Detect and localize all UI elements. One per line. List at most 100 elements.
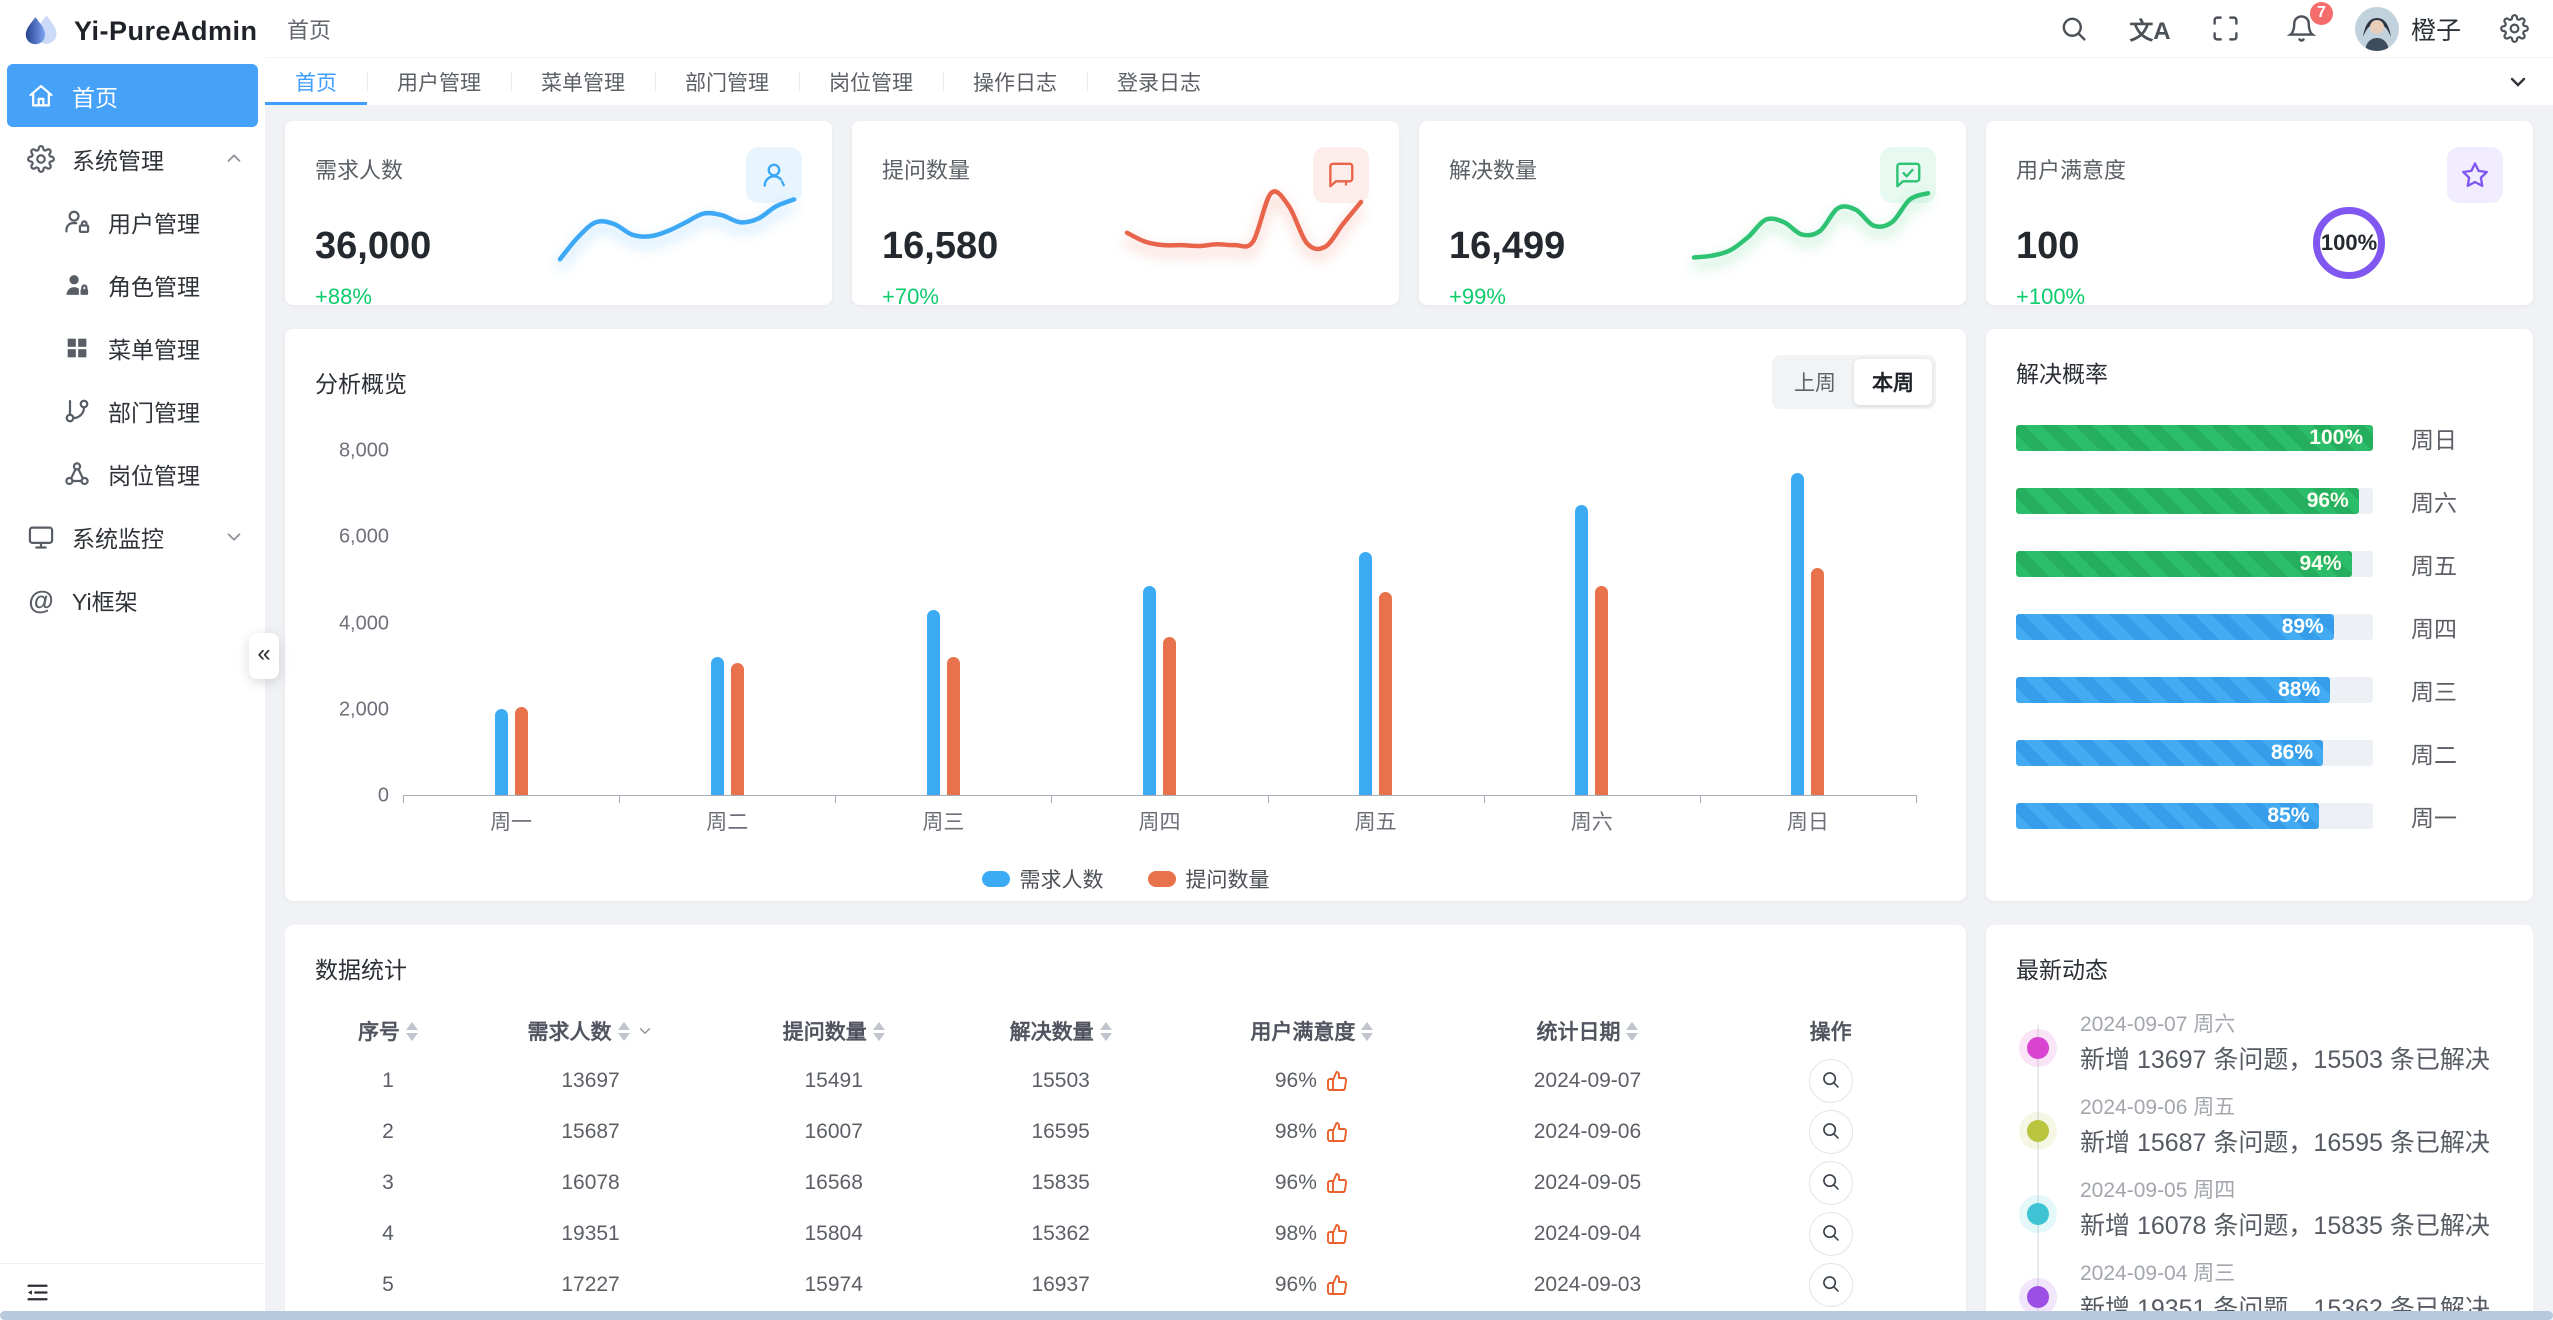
- sidebar-collapse-button[interactable]: «: [249, 633, 279, 679]
- tab-岗位管理[interactable]: 岗位管理: [799, 58, 943, 105]
- sort-carets-icon[interactable]: [1626, 1022, 1638, 1041]
- operation-cell: [1725, 1055, 1936, 1106]
- x-axis-tick: [1700, 795, 1701, 803]
- sidebar-item-label: 首页: [72, 79, 245, 113]
- branch-icon: [62, 396, 92, 426]
- sidebar-item-label: 菜单管理: [108, 331, 245, 365]
- table-row: 215687160071659598%2024-09-06: [315, 1106, 1936, 1157]
- search-icon[interactable]: [2051, 6, 2097, 52]
- user-menu[interactable]: 橙子: [2355, 7, 2461, 51]
- sidebar-item-角色管理[interactable]: 角色管理: [0, 253, 265, 316]
- view-detail-button[interactable]: [1809, 1110, 1853, 1154]
- toggle-本周[interactable]: 本周: [1854, 359, 1932, 405]
- thumb-up-icon: [1325, 1120, 1349, 1144]
- news-date: 2024-09-04 周三: [2080, 1260, 2503, 1288]
- timeline-dot: [2027, 1120, 2049, 1142]
- stat-card-delta: +100%: [2016, 284, 2503, 310]
- view-detail-button[interactable]: [1809, 1263, 1853, 1307]
- x-axis-label: 周日: [1700, 806, 1916, 836]
- sidebar-item-用户管理[interactable]: 用户管理: [0, 190, 265, 253]
- sidebar-item-岗位管理[interactable]: 岗位管理: [0, 442, 265, 505]
- toggle-上周[interactable]: 上周: [1776, 359, 1854, 405]
- progress-track: 89%: [2016, 614, 2373, 640]
- table-cell: 17227: [461, 1259, 720, 1310]
- sort-carets-icon[interactable]: [1361, 1022, 1373, 1041]
- translate-icon[interactable]: 文A: [2127, 6, 2173, 52]
- progress-fill: 94%: [2016, 551, 2352, 577]
- y-axis-label: 8,000: [339, 440, 389, 463]
- sidebar-item-首页[interactable]: 首页: [7, 64, 258, 127]
- satisfaction-cell: 96%: [1174, 1157, 1450, 1208]
- stat-card-delta: +88%: [315, 284, 802, 310]
- satisfaction-value: 96%: [1275, 1069, 1317, 1093]
- column-label: 序号: [358, 1016, 400, 1046]
- tab-首页[interactable]: 首页: [265, 58, 367, 105]
- tab-登录日志[interactable]: 登录日志: [1087, 58, 1231, 105]
- legend-item-提问数量[interactable]: 提问数量: [1148, 864, 1270, 894]
- sort-carets-icon[interactable]: [406, 1022, 418, 1041]
- progress-fill: 85%: [2016, 803, 2319, 829]
- x-axis-tick: [1484, 795, 1485, 803]
- solve-rate-row-周四: 89% 周四: [2016, 614, 2503, 640]
- tab-操作日志[interactable]: 操作日志: [943, 58, 1087, 105]
- table-cell: 15974: [720, 1259, 947, 1310]
- filter-chevron-icon[interactable]: [636, 1022, 654, 1040]
- column-header-统计日期[interactable]: 统计日期: [1450, 1016, 1726, 1046]
- sidebar-item-系统管理[interactable]: 系统管理: [0, 127, 265, 190]
- bar-需求人数: [927, 610, 940, 795]
- tab-用户管理[interactable]: 用户管理: [367, 58, 511, 105]
- column-header-序号[interactable]: 序号: [315, 1016, 461, 1046]
- sparkline-chart: [1119, 172, 1369, 281]
- sidebar-item-label: 用户管理: [108, 205, 245, 239]
- sidebar-item-Yi框架[interactable]: @Yi框架: [0, 568, 265, 631]
- view-detail-button[interactable]: [1809, 1059, 1853, 1103]
- bar-需求人数: [711, 657, 724, 795]
- sidebar-item-label: 角色管理: [108, 268, 245, 302]
- bar-group-周日: [1700, 451, 1916, 795]
- sidebar-item-系统监控[interactable]: 系统监控: [0, 505, 265, 568]
- column-header-提问数量[interactable]: 提问数量: [720, 1016, 947, 1046]
- fullscreen-icon[interactable]: [2203, 6, 2249, 52]
- sort-carets-icon[interactable]: [873, 1022, 885, 1041]
- logo: Yi-PureAdmin: [0, 0, 265, 62]
- progress-label: 周六: [2411, 484, 2503, 518]
- column-header-用户满意度[interactable]: 用户满意度: [1174, 1016, 1450, 1046]
- x-axis-tick: [1268, 795, 1269, 803]
- breadcrumb[interactable]: 首页: [287, 13, 331, 45]
- table-cell: 5: [315, 1259, 461, 1310]
- tabbar-dropdown-icon[interactable]: [2483, 58, 2553, 105]
- solve-rate-card: 解决概率 100% 周日 96% 周六 94% 周五 89% 周四 88% 周三…: [1986, 329, 2533, 901]
- x-axis-label: 周六: [1484, 806, 1700, 836]
- tab-菜单管理[interactable]: 菜单管理: [511, 58, 655, 105]
- x-axis-tick: [619, 795, 620, 803]
- sort-carets-icon[interactable]: [1100, 1022, 1112, 1041]
- tab-部门管理[interactable]: 部门管理: [655, 58, 799, 105]
- sidebar-item-菜单管理[interactable]: 菜单管理: [0, 316, 265, 379]
- news-text: 新增 16078 条问题，15835 条已解决: [2080, 1209, 2503, 1243]
- progress-fill: 100%: [2016, 425, 2373, 451]
- settings-gear-icon[interactable]: [2491, 6, 2537, 52]
- column-header-解决数量[interactable]: 解决数量: [947, 1016, 1174, 1046]
- sort-carets-icon[interactable]: [618, 1022, 630, 1041]
- bar-提问数量: [1163, 637, 1176, 795]
- magnifier-icon: [1820, 1222, 1841, 1246]
- operation-cell: [1725, 1106, 1936, 1157]
- chart-legend: 需求人数 提问数量: [315, 864, 1936, 894]
- legend-item-需求人数[interactable]: 需求人数: [982, 864, 1104, 894]
- sparkline-chart: [552, 172, 802, 281]
- sidebar-item-部门管理[interactable]: 部门管理: [0, 379, 265, 442]
- progress-label: 周日: [2411, 421, 2503, 455]
- thumb-up-icon: [1325, 1171, 1349, 1195]
- view-detail-button[interactable]: [1809, 1212, 1853, 1256]
- stat-card-title: 需求人数: [315, 147, 403, 185]
- column-header-需求人数[interactable]: 需求人数: [461, 1016, 720, 1046]
- analysis-title: 分析概览: [315, 365, 407, 399]
- x-axis-label: 周三: [835, 806, 1051, 836]
- tabbar: 首页用户管理菜单管理部门管理岗位管理操作日志登录日志: [265, 57, 2553, 105]
- horizontal-scrollbar[interactable]: [0, 1311, 2553, 1320]
- notification-bell-icon[interactable]: 7: [2279, 6, 2325, 52]
- view-detail-button[interactable]: [1809, 1161, 1853, 1205]
- fold-menu-icon[interactable]: [24, 1279, 51, 1306]
- progress-track: 100%: [2016, 425, 2373, 451]
- table-cell: 16937: [947, 1259, 1174, 1310]
